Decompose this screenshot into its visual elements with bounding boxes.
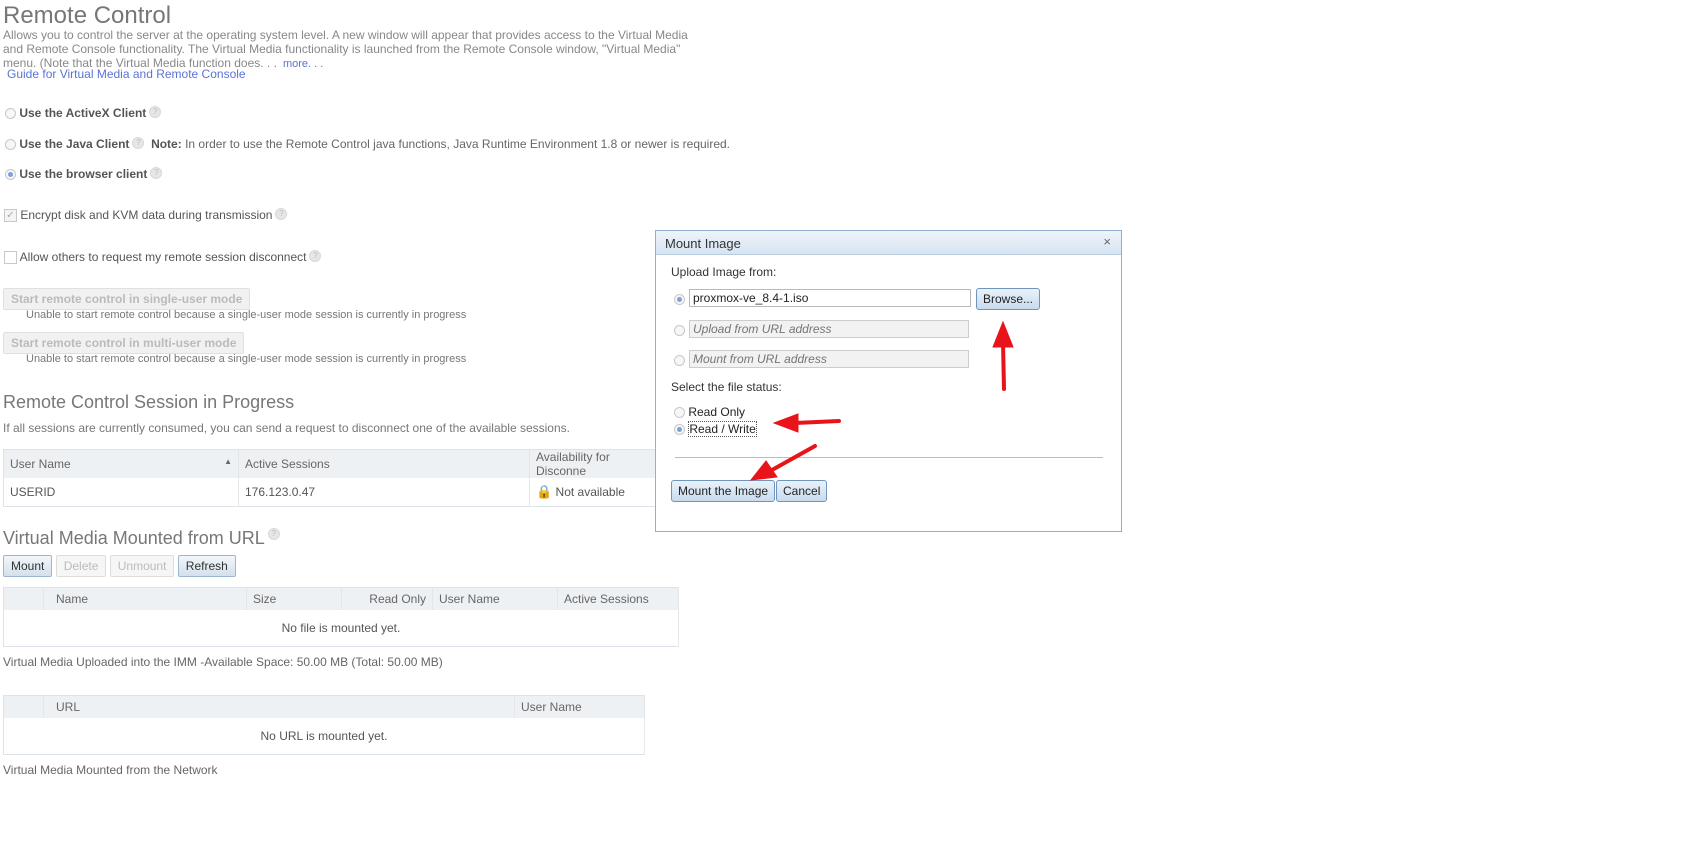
annotation-arrows: [749, 320, 1014, 481]
arrow-to-browse-icon: [992, 320, 1014, 391]
arrow-to-mount-button-icon: [749, 444, 817, 481]
arrow-to-read-write-icon: [772, 413, 841, 433]
